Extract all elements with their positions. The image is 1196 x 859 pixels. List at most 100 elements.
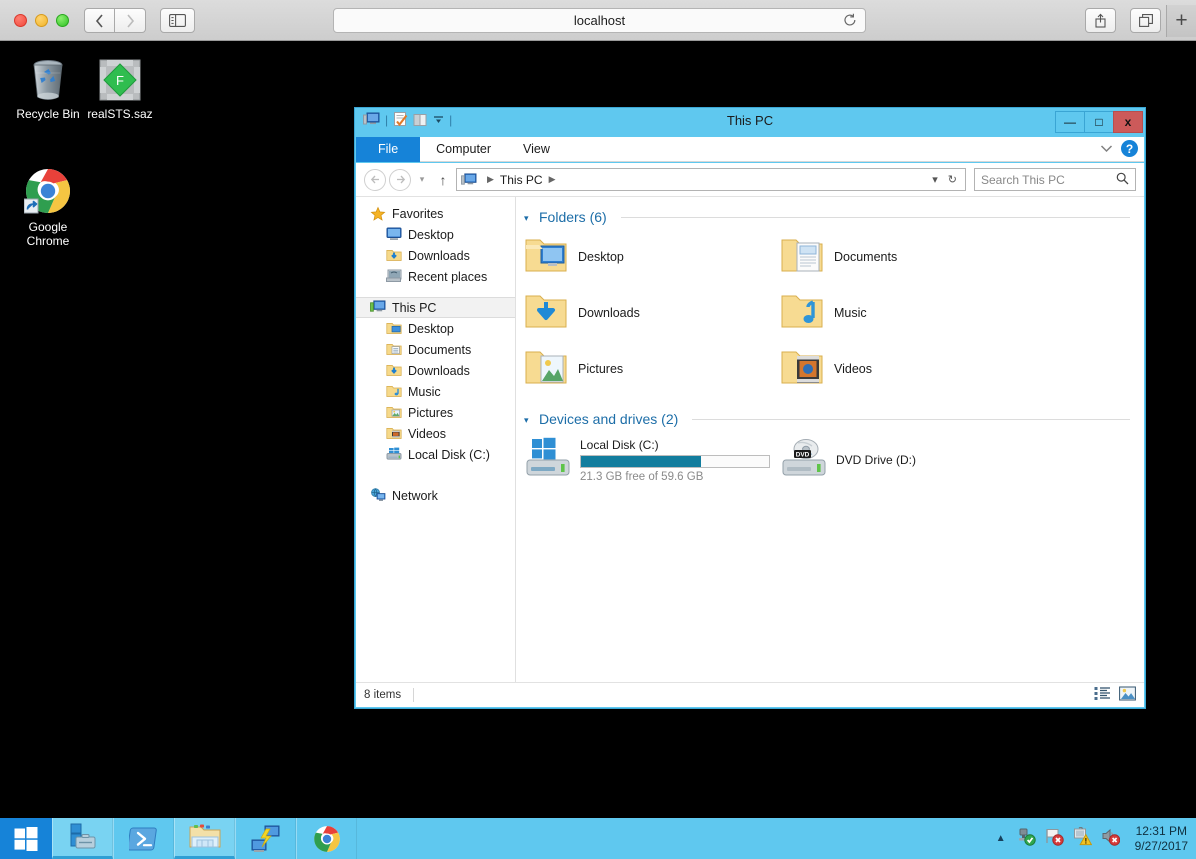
browser-back-button[interactable]: [84, 8, 115, 33]
explorer-back-button[interactable]: [364, 168, 386, 191]
action-center-warning-icon[interactable]: [1073, 826, 1092, 851]
browser-forward-button[interactable]: [115, 8, 146, 33]
nav-item-recent-places[interactable]: Recent places: [356, 266, 515, 287]
nav-item-label: Network: [392, 488, 438, 503]
breadcrumb-bar[interactable]: ▶ This PC ▶ ▾ ↻: [456, 168, 966, 191]
chevron-right-icon: [126, 13, 134, 28]
window-minimize-button[interactable]: [35, 14, 48, 27]
close-button[interactable]: x: [1113, 111, 1143, 133]
nav-item-network[interactable]: Network: [356, 485, 515, 506]
file-explorer-icon: [189, 824, 220, 848]
collapse-triangle-icon[interactable]: ▾: [524, 415, 533, 425]
nav-item-downloads-fav[interactable]: Downloads: [356, 245, 515, 266]
reload-icon[interactable]: [843, 13, 857, 30]
folder-tile-desktop[interactable]: Desktop: [524, 229, 780, 285]
folder-tile-label: Pictures: [578, 362, 624, 376]
chevron-down-icon[interactable]: ▾: [932, 173, 938, 186]
collapse-triangle-icon[interactable]: ▾: [524, 213, 533, 223]
explorer-title-bar[interactable]: | | This PC — □ x: [355, 108, 1145, 137]
browser-url-text: localhost: [573, 13, 626, 28]
svg-text:DVD: DVD: [796, 451, 810, 458]
nav-item-label: Downloads: [408, 248, 470, 263]
start-button[interactable]: [0, 818, 52, 859]
nav-item-music[interactable]: Music: [356, 381, 515, 402]
nav-item-label: This PC: [392, 300, 437, 315]
nav-item-local-disk-c[interactable]: Local Disk (C:): [356, 444, 515, 465]
taskbar-item-google-chrome[interactable]: [296, 818, 357, 859]
nav-item-favorites[interactable]: Favorites: [356, 203, 515, 224]
browser-address-bar[interactable]: localhost: [333, 8, 866, 33]
group-header-folders[interactable]: ▾ Folders (6): [524, 209, 1130, 225]
recent-locations-icon[interactable]: ▾: [414, 174, 430, 185]
help-icon[interactable]: ?: [1121, 140, 1138, 157]
breadcrumb-separator[interactable]: ▶: [549, 174, 556, 185]
folder-tile-pictures[interactable]: Pictures: [524, 341, 780, 397]
up-arrow-icon[interactable]: ↑: [433, 172, 453, 188]
folder-tile-label: Downloads: [578, 306, 640, 320]
search-input[interactable]: Search This PC: [974, 168, 1136, 191]
maximize-button[interactable]: □: [1084, 111, 1114, 133]
nav-item-label: Favorites: [392, 206, 444, 221]
search-icon[interactable]: [1116, 172, 1129, 188]
breadcrumb-separator[interactable]: ▶: [487, 174, 494, 185]
flag-error-icon[interactable]: [1045, 827, 1064, 851]
drive-info: Local Disk (C:) 21.3 GB free of 59.6 GB: [580, 438, 770, 483]
desktop-icon-google-chrome[interactable]: Google Chrome: [0, 167, 96, 248]
browser-tab-overview-button[interactable]: [1130, 8, 1161, 33]
desktop-icon: [386, 227, 402, 243]
group-title: Devices and drives (2): [539, 411, 679, 427]
nav-item-label: Downloads: [408, 363, 470, 378]
chevron-down-icon[interactable]: [1100, 144, 1113, 153]
browser-new-tab-button[interactable]: +: [1166, 5, 1196, 37]
sidebar-icon: [169, 14, 186, 27]
clock-date: 9/27/2017: [1134, 838, 1188, 853]
drive-tile-local-disk-c[interactable]: Local Disk (C:) 21.3 GB free of 59.6 GB: [524, 431, 780, 489]
details-view-icon[interactable]: [1094, 686, 1111, 704]
ribbon-tab-computer[interactable]: Computer: [420, 137, 507, 162]
folder-tile-documents[interactable]: Documents: [780, 229, 1036, 285]
hard-drive-icon: [386, 447, 402, 463]
pictures-folder-icon: [386, 405, 402, 421]
window-close-button[interactable]: [14, 14, 27, 27]
large-icons-view-icon[interactable]: [1119, 686, 1136, 704]
browser-toolbar: localhost +: [0, 0, 1196, 41]
taskbar-item-server-manager[interactable]: [52, 818, 113, 859]
folder-tile-music[interactable]: Music: [780, 285, 1036, 341]
folder-tile-videos[interactable]: Videos: [780, 341, 1036, 397]
recent-places-icon: [386, 269, 402, 285]
taskbar-clock[interactable]: 12:31 PM 9/27/2017: [1135, 824, 1188, 854]
group-header-devices[interactable]: ▾ Devices and drives (2): [524, 411, 1130, 427]
show-hidden-icons-icon[interactable]: ▲: [996, 833, 1006, 844]
folders-tile-list: Desktop Documents Downloads Music Pictur…: [524, 229, 1130, 397]
window-zoom-button[interactable]: [56, 14, 69, 27]
nav-item-desktop[interactable]: Desktop: [356, 318, 515, 339]
taskbar-item-file-explorer[interactable]: [174, 818, 235, 859]
volume-muted-icon[interactable]: [1101, 827, 1120, 851]
breadcrumb-this-pc[interactable]: This PC: [500, 173, 543, 187]
browser-sidebar-toggle-button[interactable]: [160, 8, 195, 33]
nav-item-videos[interactable]: Videos: [356, 423, 515, 444]
downloads-folder-icon: [386, 248, 402, 264]
drive-tile-dvd-drive-d[interactable]: DVD DVD Drive (D:): [780, 431, 1036, 489]
ribbon-tab-view[interactable]: View: [507, 137, 566, 162]
explorer-window-controls: — □ x: [1055, 111, 1143, 133]
explorer-status-bar: 8 items: [356, 682, 1144, 707]
explorer-forward-button[interactable]: [389, 168, 411, 191]
nav-item-documents[interactable]: Documents: [356, 339, 515, 360]
minimize-button[interactable]: —: [1055, 111, 1085, 133]
fiddler-saz-file-icon: F: [72, 54, 168, 102]
refresh-icon[interactable]: ↻: [948, 173, 957, 186]
network-ok-icon[interactable]: [1017, 827, 1036, 851]
taskbar-item-powershell[interactable]: [113, 818, 174, 859]
nav-item-this-pc[interactable]: This PC: [356, 297, 515, 318]
ribbon-tab-file[interactable]: File: [356, 137, 421, 162]
desktop-icon-realsts-saz[interactable]: F realSTS.saz: [72, 54, 168, 121]
nav-item-downloads[interactable]: Downloads: [356, 360, 515, 381]
taskbar-item-fiddler[interactable]: [235, 818, 296, 859]
nav-item-pictures[interactable]: Pictures: [356, 402, 515, 423]
status-item-count: 8 items: [364, 689, 402, 701]
browser-share-button[interactable]: [1085, 8, 1116, 33]
nav-item-desktop-fav[interactable]: Desktop: [356, 224, 515, 245]
folder-tile-downloads[interactable]: Downloads: [524, 285, 780, 341]
